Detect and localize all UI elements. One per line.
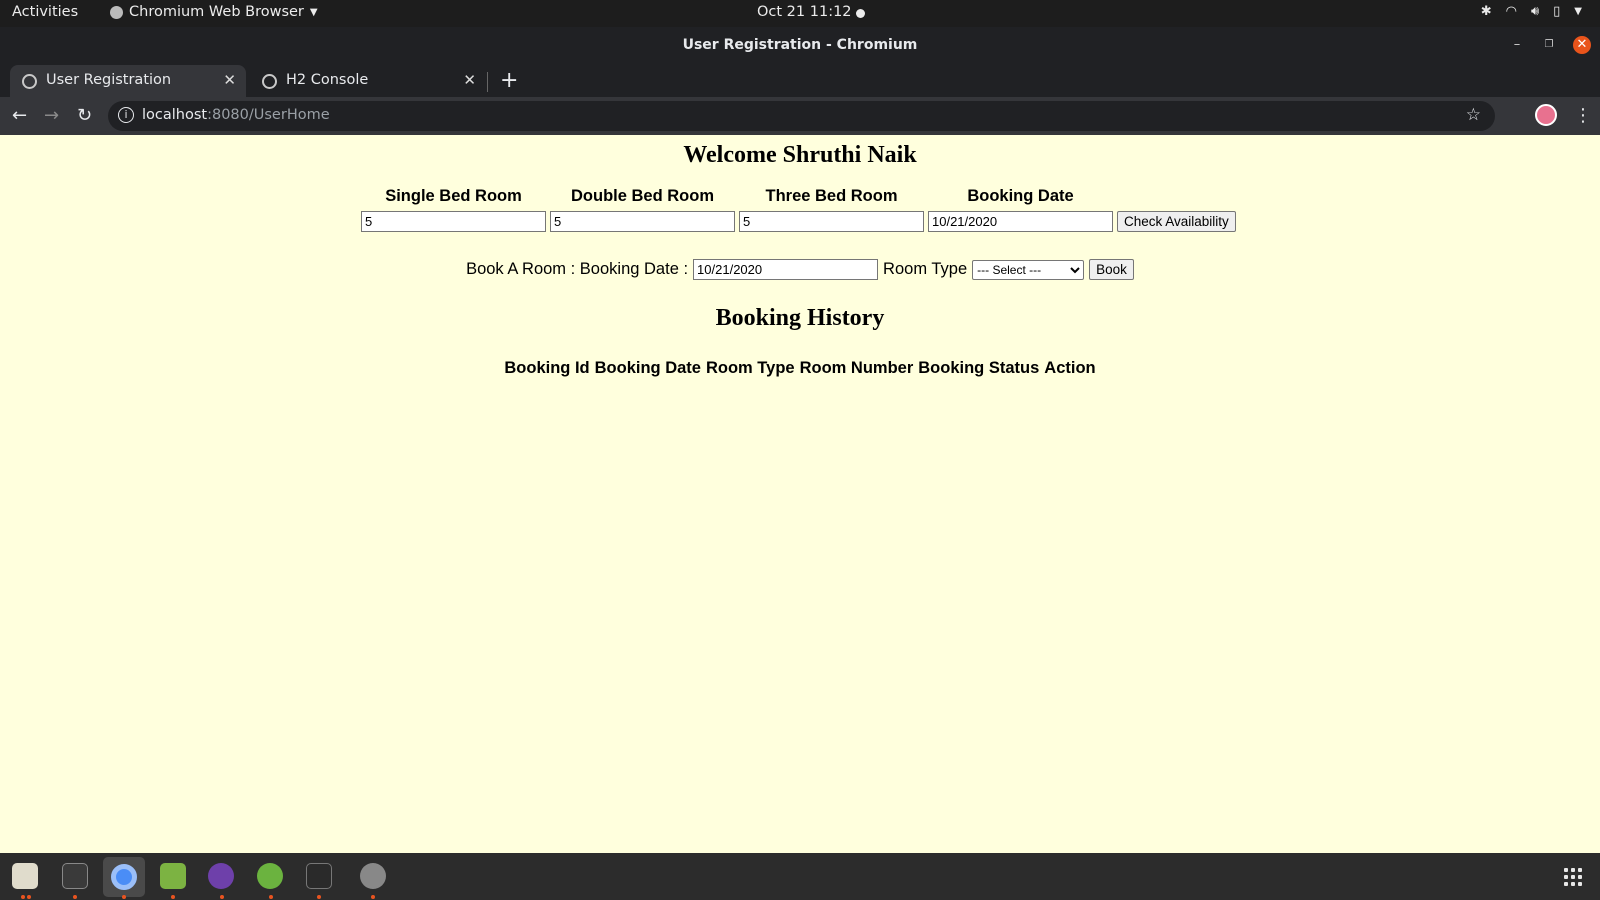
volume-icon: 🔊︎ (1530, 4, 1540, 19)
system-monitor-icon[interactable] (62, 863, 88, 889)
tab-h2-console[interactable]: H2 Console ✕ (250, 65, 486, 97)
slack-icon: ✱ (1480, 4, 1492, 19)
three-bed-input[interactable] (739, 211, 924, 232)
book-room-label: Book A Room : Booking Date : (466, 260, 689, 278)
three-bed-column: Three Bed Room (739, 187, 924, 232)
column-header-action: Action (1044, 359, 1096, 377)
show-applications-icon[interactable] (1564, 868, 1582, 886)
close-tab-icon[interactable]: ✕ (463, 71, 476, 89)
booking-date-column: Booking Date (928, 187, 1113, 232)
double-bed-input[interactable] (550, 211, 735, 232)
booking-history-title: Booking History (715, 305, 885, 331)
app-menu[interactable]: Chromium Web Browser ▼ (110, 4, 318, 20)
availability-date-input[interactable] (928, 211, 1113, 232)
running-indicator (73, 895, 77, 899)
bookmark-star-icon[interactable]: ☆ (1466, 105, 1481, 125)
reload-icon[interactable]: ↻ (77, 105, 92, 126)
chromium-small-icon (110, 5, 123, 19)
page-title: Welcome Shruthi Naik (683, 142, 917, 168)
address-bar[interactable]: i localhost:8080/UserHome ☆ (108, 101, 1495, 131)
tab-label: User Registration (46, 72, 172, 88)
chromium-icon[interactable] (103, 857, 145, 897)
tab-separator (487, 72, 488, 92)
spring-tool-suite-icon[interactable] (257, 863, 283, 889)
page-content: Welcome Shruthi Naik Single Bed Room Dou… (0, 135, 1600, 853)
running-indicator (21, 895, 25, 899)
globe-icon (262, 74, 277, 89)
running-indicator (27, 895, 31, 899)
tab-user-registration[interactable]: User Registration ✕ (10, 65, 246, 97)
dropdown-arrow-icon: ▼ (309, 6, 318, 18)
running-indicator (122, 895, 126, 899)
column-header-room-number: Room Number (799, 359, 914, 377)
maximize-icon[interactable]: ❐ (1540, 36, 1558, 54)
room-type-select[interactable]: --- Select --- (972, 259, 1085, 280)
system-tray[interactable]: ✱ ◠ 🔊︎ ▯ ▼ (1481, 4, 1582, 19)
double-bed-column: Double Bed Room (550, 187, 735, 232)
close-tab-icon[interactable]: ✕ (223, 71, 236, 89)
dock (0, 853, 1600, 900)
clock[interactable]: Oct 21 11:12 (757, 4, 852, 20)
column-header-booking-date: Booking Date (594, 359, 701, 377)
forward-arrow-icon[interactable]: → (44, 105, 59, 126)
app-menu-label: Chromium Web Browser (129, 4, 304, 20)
wifi-icon: ◠ (1505, 4, 1517, 19)
image-editor-icon[interactable] (160, 863, 186, 889)
chevron-down-icon: ▼ (1574, 6, 1582, 17)
url-text[interactable]: localhost:8080/UserHome (142, 107, 330, 123)
files-icon[interactable] (12, 863, 38, 889)
booking-date-input[interactable] (693, 259, 879, 280)
close-window-icon[interactable]: ✕ (1573, 36, 1591, 54)
booking-history-header-row: Booking Id Booking Date Room Type Room N… (0, 359, 1600, 378)
terminal-icon[interactable] (306, 863, 332, 889)
column-header-booking-id: Booking Id (504, 359, 590, 377)
running-indicator (171, 895, 175, 899)
activities-button[interactable]: Activities (12, 4, 78, 20)
globe-icon (22, 74, 37, 89)
book-room-form: Book A Room : Booking Date : Room Type -… (0, 259, 1600, 280)
single-bed-column: Single Bed Room (361, 187, 546, 232)
new-tab-plus-icon[interactable]: + (500, 68, 518, 93)
browser-toolbar: ← → ↻ i localhost:8080/UserHome ☆ (0, 97, 1600, 135)
book-button[interactable]: Book (1089, 259, 1134, 280)
battery-icon: ▯ (1553, 4, 1561, 19)
running-indicator (220, 895, 224, 899)
availability-form: Single Bed Room Double Bed Room Three Be… (361, 187, 1236, 232)
running-indicator (317, 895, 321, 899)
column-header-room-type: Room Type (705, 359, 795, 377)
github-desktop-icon[interactable] (208, 863, 234, 889)
double-bed-label: Double Bed Room (571, 187, 714, 205)
back-arrow-icon[interactable]: ← (12, 105, 27, 126)
system-top-bar: Activities Chromium Web Browser ▼ Oct 21… (0, 0, 1600, 27)
notification-dot-icon (856, 9, 865, 18)
chromium-logo-icon (111, 864, 137, 890)
check-availability-button[interactable]: Check Availability (1117, 211, 1236, 232)
info-icon[interactable]: i (118, 107, 134, 123)
menu-kebab-icon[interactable]: ⋮ (1574, 105, 1592, 126)
disk-icon[interactable] (360, 863, 386, 889)
window-title: User Registration - Chromium (682, 37, 918, 53)
profile-avatar[interactable] (1535, 104, 1557, 126)
single-bed-label: Single Bed Room (385, 187, 522, 205)
minimize-icon[interactable]: – (1508, 36, 1526, 54)
running-indicator (371, 895, 375, 899)
booking-date-label: Booking Date (967, 187, 1074, 205)
running-indicator (269, 895, 273, 899)
single-bed-input[interactable] (361, 211, 546, 232)
column-header-booking-status: Booking Status (918, 359, 1040, 377)
tab-label: H2 Console (286, 72, 369, 88)
tab-strip: User Registration ✕ H2 Console ✕ (0, 63, 1600, 97)
three-bed-label: Three Bed Room (765, 187, 898, 205)
room-type-label: Room Type (883, 260, 968, 278)
window-title-bar: User Registration - Chromium – ❐ ✕ (0, 27, 1600, 63)
